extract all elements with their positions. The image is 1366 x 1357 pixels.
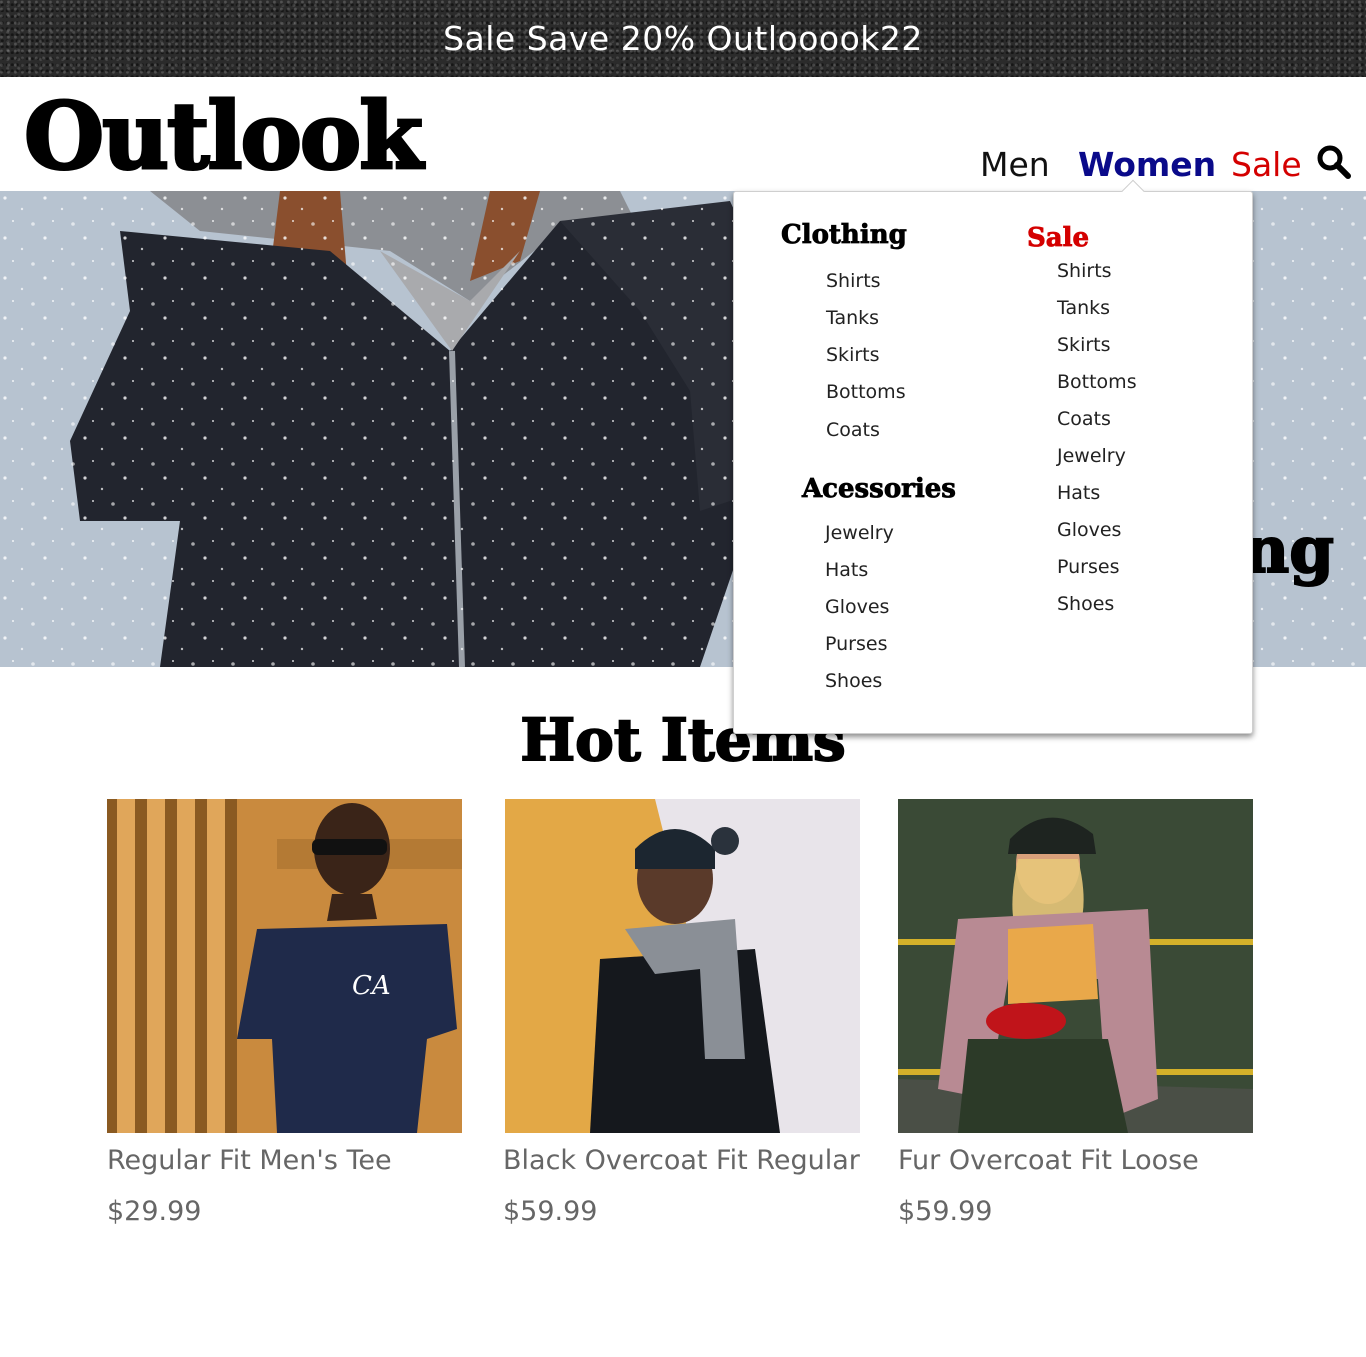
sale-item-skirts[interactable]: Skirts (1057, 332, 1137, 369)
sale-item-bottoms[interactable]: Bottoms (1057, 369, 1137, 406)
sale-item-purses[interactable]: Purses (1057, 554, 1137, 591)
dropdown-heading-accessories[interactable]: Acessories (802, 474, 957, 505)
product-card[interactable]: Black Overcoat Fit Regular $59.99 (503, 799, 873, 1227)
promo-text: Sale Save 20% Outlooook22 (443, 19, 923, 58)
nav-women[interactable]: Women (1078, 142, 1216, 188)
accessories-item-gloves[interactable]: Gloves (825, 594, 894, 631)
hero-heading: ng (1242, 512, 1335, 589)
accessories-list: Jewelry Hats Gloves Purses Shoes (825, 520, 894, 705)
promo-banner: Sale Save 20% Outlooook22 (0, 0, 1366, 77)
clothing-item-bottoms[interactable]: Bottoms (826, 379, 906, 417)
product-name[interactable]: Regular Fit Men's Tee (107, 1145, 477, 1176)
nav-sale[interactable]: Sale (1231, 142, 1302, 188)
product-card[interactable]: CA Regular Fit Men's Tee $29.99 (107, 799, 477, 1227)
sale-item-shoes[interactable]: Shoes (1057, 591, 1137, 628)
product-price: $59.99 (503, 1196, 598, 1227)
product-image[interactable] (898, 799, 1253, 1133)
sale-item-coats[interactable]: Coats (1057, 406, 1137, 443)
sale-item-gloves[interactable]: Gloves (1057, 517, 1137, 554)
clothing-item-skirts[interactable]: Skirts (826, 342, 906, 379)
nav-men[interactable]: Men (980, 142, 1050, 188)
sale-item-tanks[interactable]: Tanks (1057, 295, 1137, 332)
clothing-list: Shirts Tanks Skirts Bottoms Coats (826, 268, 906, 454)
product-price: $29.99 (107, 1196, 202, 1227)
search-icon[interactable] (1316, 144, 1352, 180)
product-card[interactable]: Fur Overcoat Fit Loose $59.99 (898, 799, 1268, 1227)
product-price: $59.99 (898, 1196, 993, 1227)
dropdown-heading-clothing[interactable]: Clothing (781, 220, 908, 251)
sale-list: Shirts Tanks Skirts Bottoms Coats Jewelr… (1057, 258, 1137, 628)
women-dropdown-menu: Clothing Shirts Tanks Skirts Bottoms Coa… (733, 191, 1253, 734)
accessories-item-hats[interactable]: Hats (825, 557, 894, 594)
clothing-item-tanks[interactable]: Tanks (826, 305, 906, 342)
accessories-item-jewelry[interactable]: Jewelry (825, 520, 894, 557)
product-name[interactable]: Black Overcoat Fit Regular (503, 1145, 873, 1176)
accessories-item-purses[interactable]: Purses (825, 631, 894, 668)
svg-text:CA: CA (352, 971, 391, 1001)
sale-item-shirts[interactable]: Shirts (1057, 258, 1137, 295)
accessories-item-shoes[interactable]: Shoes (825, 668, 894, 705)
product-image[interactable]: CA (107, 799, 462, 1133)
clothing-item-shirts[interactable]: Shirts (826, 268, 906, 305)
sale-item-hats[interactable]: Hats (1057, 480, 1137, 517)
site-logo[interactable]: Outlook (23, 85, 425, 188)
product-image[interactable] (505, 799, 860, 1133)
dropdown-heading-sale[interactable]: Sale (1027, 223, 1090, 254)
sale-item-jewelry[interactable]: Jewelry (1057, 443, 1137, 480)
product-name[interactable]: Fur Overcoat Fit Loose (898, 1145, 1268, 1176)
clothing-item-coats[interactable]: Coats (826, 417, 906, 454)
